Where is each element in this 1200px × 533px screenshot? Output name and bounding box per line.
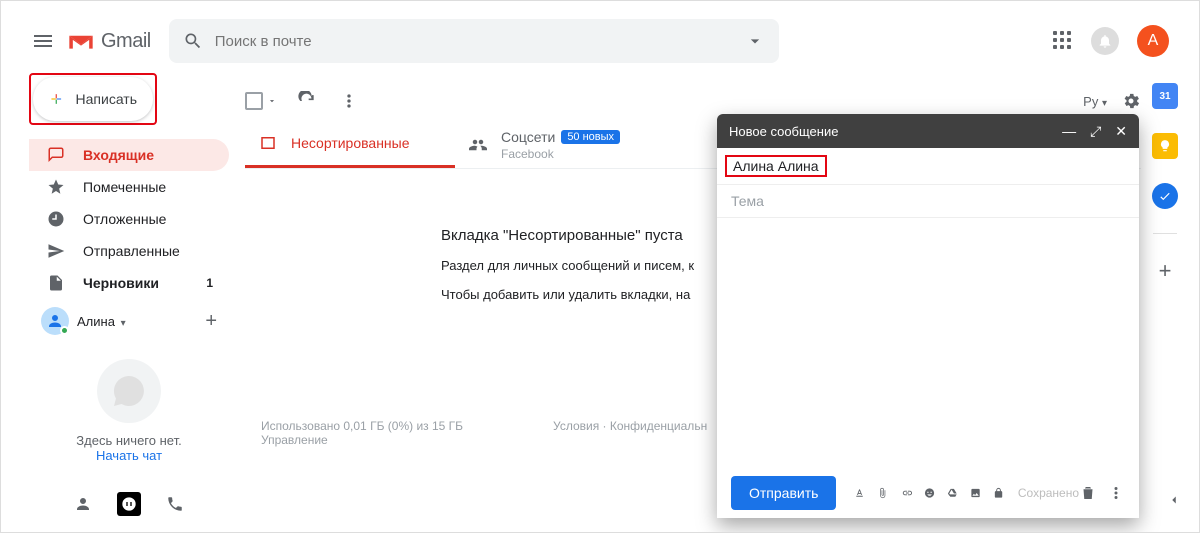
drafts-count: 1	[206, 276, 213, 290]
compose-to-field[interactable]: Алина Алина	[717, 148, 1139, 185]
new-chat-icon[interactable]: +	[205, 310, 217, 333]
attach-icon[interactable]	[877, 483, 888, 503]
lock-clock-icon[interactable]	[993, 483, 1004, 503]
sidepanel-tasks[interactable]	[1152, 183, 1178, 209]
chat-tab-phone[interactable]	[163, 492, 187, 516]
search-input[interactable]	[215, 33, 745, 50]
hamburger-icon[interactable]	[31, 29, 55, 53]
sidepanel-add[interactable]: +	[1159, 258, 1172, 284]
search-bar[interactable]	[169, 19, 779, 63]
tab-primary[interactable]: Несортированные	[245, 121, 455, 168]
nav-sent[interactable]: Отправленные	[29, 235, 229, 267]
settings-icon[interactable]	[1121, 91, 1141, 111]
compose-header[interactable]: Новое сообщение — ⤢ ✕	[717, 114, 1139, 148]
select-all-checkbox[interactable]	[245, 92, 263, 110]
legal-footer: Условия · Конфиденциальн	[553, 419, 707, 433]
delete-draft-icon[interactable]	[1079, 484, 1097, 502]
drive-icon[interactable]	[947, 483, 958, 503]
compose-fullscreen-icon[interactable]: ⤢	[1090, 123, 1101, 140]
apps-icon[interactable]	[1053, 31, 1073, 51]
logo-text: Gmail	[101, 30, 151, 53]
sidepanel-calendar[interactable]: 31	[1152, 83, 1178, 109]
sidepanel-expand-icon[interactable]	[1167, 493, 1181, 512]
hangouts-user-row[interactable]: Алина ▾ +	[29, 307, 229, 335]
select-dropdown-icon[interactable]	[267, 96, 277, 106]
image-icon[interactable]	[970, 483, 981, 503]
input-lang[interactable]: Ру ▾	[1083, 94, 1107, 109]
chat-tab-contacts[interactable]	[71, 492, 95, 516]
format-icon[interactable]	[854, 483, 865, 503]
gmail-logo[interactable]: Gmail	[67, 30, 151, 53]
compose-close-icon[interactable]: ✕	[1115, 123, 1127, 140]
presence-indicator	[60, 326, 69, 335]
nav-drafts[interactable]: Черновики 1	[29, 267, 229, 299]
send-button[interactable]: Отправить	[731, 476, 836, 510]
sidepanel-keep[interactable]	[1152, 133, 1178, 159]
search-icon	[183, 31, 203, 51]
hangouts-empty: Здесь ничего нет. Начать чат	[29, 359, 229, 463]
compose-title: Новое сообщение	[729, 124, 838, 139]
search-dropdown-icon[interactable]	[745, 31, 765, 51]
compose-more-icon[interactable]	[1107, 484, 1125, 502]
nav-starred[interactable]: Помеченные	[29, 171, 229, 203]
chat-tab-hangouts[interactable]	[117, 492, 141, 516]
clock-icon	[47, 210, 65, 228]
nav-inbox[interactable]: Входящие	[29, 139, 229, 171]
link-icon[interactable]	[901, 483, 912, 503]
send-icon	[47, 242, 65, 260]
plus-multicolor-icon	[49, 88, 64, 110]
compose-label: Написать	[76, 91, 137, 107]
user-avatar-small	[41, 307, 69, 335]
file-icon	[47, 274, 65, 292]
compose-to-highlight: Алина Алина	[725, 155, 827, 177]
emoji-icon[interactable]	[924, 483, 935, 503]
user-name: Алина ▾	[77, 314, 126, 329]
compose-subject-field[interactable]: Тема	[717, 185, 1139, 218]
compose-window: Новое сообщение — ⤢ ✕ Алина Алина Тема О…	[717, 114, 1139, 518]
compose-saved-label: Сохранено	[1018, 486, 1079, 500]
compose-minimize-icon[interactable]: —	[1062, 123, 1076, 140]
compose-button[interactable]: Написать	[33, 77, 153, 121]
storage-footer: Использовано 0,01 ГБ (0%) из 15 ГБ Управ…	[261, 419, 463, 447]
compose-body[interactable]	[717, 218, 1139, 468]
start-chat-link[interactable]: Начать чат	[29, 448, 229, 463]
notifications-icon[interactable]	[1091, 27, 1119, 55]
inbox-icon	[47, 146, 65, 164]
people-icon	[469, 136, 487, 154]
hangouts-bubble-icon	[97, 359, 161, 423]
social-badge: 50 новых	[561, 130, 620, 144]
manage-storage-link[interactable]: Управление	[261, 433, 328, 447]
inbox-tab-icon	[259, 134, 277, 152]
nav-snoozed[interactable]: Отложенные	[29, 203, 229, 235]
account-avatar[interactable]: А	[1137, 25, 1169, 57]
star-icon	[47, 178, 65, 196]
refresh-icon[interactable]	[297, 91, 317, 111]
more-icon[interactable]	[339, 91, 359, 111]
tab-social[interactable]: Соцсети50 новых Facebook	[455, 121, 665, 168]
compose-highlight: Написать	[29, 73, 157, 125]
